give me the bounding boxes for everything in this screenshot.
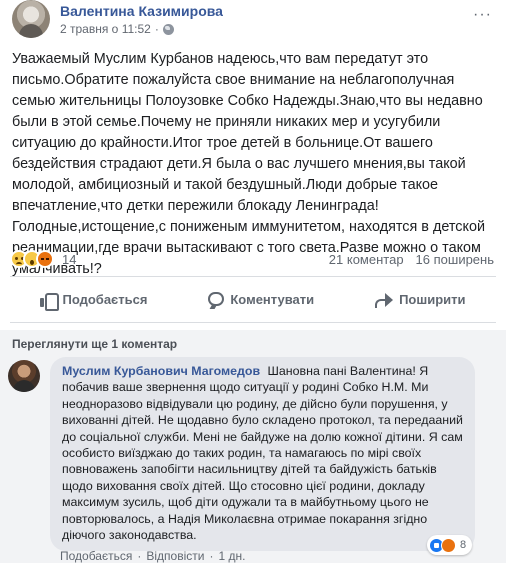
- share-label: Поширити: [399, 291, 466, 307]
- post-header: Валентина Казимирова 2 травня о 11:52 · …: [10, 0, 500, 40]
- post-timestamp[interactable]: 2 травня о 11:52: [60, 22, 151, 36]
- divider: [10, 276, 496, 277]
- footer-separator: ·: [209, 549, 214, 563]
- post-text: Уважаемый Муслим Курбанов надеюсь,что ва…: [12, 51, 485, 277]
- like-button[interactable]: Подобається: [40, 291, 148, 311]
- angry-icon: [36, 250, 54, 268]
- comment-footer: Подобається · Відповісти · 1 дн.: [60, 549, 245, 563]
- thumbs-up-icon: [40, 292, 60, 311]
- share-icon: [375, 292, 394, 308]
- comment-button[interactable]: Коментувати: [208, 292, 314, 307]
- comment-count[interactable]: 21 коментар: [329, 252, 404, 267]
- author-avatar[interactable]: [12, 0, 50, 38]
- comment-icon: [208, 292, 225, 306]
- commenter-avatar[interactable]: [8, 360, 40, 392]
- share-button[interactable]: Поширити: [375, 291, 466, 308]
- comment-bubble: Муслим Курбанович Магомедов Шановна пані…: [50, 357, 475, 552]
- comments-section: Переглянути ще 1 коментар Муслим Курбано…: [0, 330, 506, 563]
- comment-time[interactable]: 1 дн.: [218, 549, 245, 563]
- comment-author[interactable]: Муслим Курбанович Магомедов: [62, 364, 260, 378]
- comment-text: Шановна пані Валентина! Я побачив ваше з…: [62, 364, 463, 543]
- reaction-count[interactable]: 14: [62, 252, 76, 267]
- post-actions: Подобається Коментувати Поширити: [10, 284, 496, 314]
- divider: [10, 322, 496, 323]
- engagement-counts: 21 коментар 16 поширень: [329, 252, 494, 267]
- meta-separator: ·: [154, 22, 159, 36]
- comment-like-link[interactable]: Подобається: [60, 549, 132, 563]
- more-options-icon[interactable]: ···: [473, 6, 492, 24]
- author-name[interactable]: Валентина Казимирова: [60, 3, 223, 19]
- share-count[interactable]: 16 поширень: [416, 252, 494, 267]
- globe-icon: [162, 23, 174, 35]
- footer-separator: ·: [137, 549, 142, 563]
- view-more-comments-link[interactable]: Переглянути ще 1 коментар: [12, 337, 177, 351]
- angry-reaction-icon: [441, 537, 456, 553]
- post-meta: 2 травня о 11:52 ·: [60, 22, 174, 36]
- comment-label: Коментувати: [230, 291, 315, 307]
- like-label: Подобається: [62, 291, 148, 307]
- reaction-icons[interactable]: [10, 250, 54, 268]
- comment-reactions[interactable]: 8: [427, 535, 473, 555]
- reactions-bar: 14 21 коментар 16 поширень: [10, 248, 496, 270]
- comment-reply-link[interactable]: Відповісти: [146, 549, 204, 563]
- comment-reaction-count: 8: [460, 539, 467, 551]
